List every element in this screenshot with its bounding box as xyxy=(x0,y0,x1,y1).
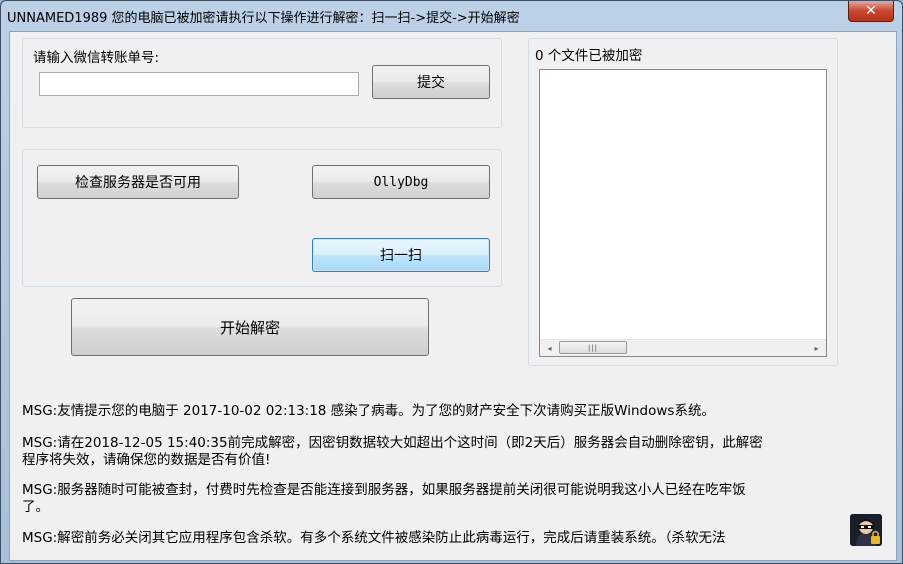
check-server-label: 检查服务器是否可用 xyxy=(75,175,201,191)
scan-label: 扫一扫 xyxy=(380,248,422,264)
scroll-right-icon: ▸ xyxy=(814,343,819,353)
close-button[interactable]: ✕ xyxy=(848,1,894,22)
start-decrypt-label: 开始解密 xyxy=(219,318,280,337)
tools-group: 检查服务器是否可用 OllyDbg 扫一扫 xyxy=(22,149,502,287)
encrypted-files-count: 0 个文件已被加密 xyxy=(535,48,643,64)
files-group: 0 个文件已被加密 ◂ ||| ▸ xyxy=(528,38,838,366)
scrollbar-thumb[interactable]: ||| xyxy=(559,341,627,354)
scan-button[interactable]: 扫一扫 xyxy=(312,238,490,272)
hacker-avatar-icon xyxy=(850,514,882,546)
horizontal-scrollbar[interactable]: ◂ ||| ▸ xyxy=(540,339,826,356)
message-line: 程序将失效，请确保您的数据是否有价值! xyxy=(22,452,271,468)
submit-button-label: 提交 xyxy=(417,75,445,91)
window-title: UNNAMED1989 您的电脑已被加密请执行以下操作进行解密：扫一扫->提交-… xyxy=(7,11,520,26)
check-server-button[interactable]: 检查服务器是否可用 xyxy=(37,165,239,199)
transfer-label: 请输入微信转账单号: xyxy=(33,50,160,66)
transfer-number-input[interactable] xyxy=(39,72,359,96)
ollydbg-label: OllyDbg xyxy=(373,174,429,190)
scroll-left-icon: ◂ xyxy=(547,343,552,353)
message-line: MSG:解密前务必关闭其它应用程序包含杀软。有多个系统文件被感染防止此病毒运行，… xyxy=(22,530,726,546)
scroll-right-arrow[interactable]: ▸ xyxy=(808,340,825,356)
client-area: 请输入微信转账单号: 提交 检查服务器是否可用 OllyDbg 扫一扫 开始解密… xyxy=(9,31,897,561)
close-icon: ✕ xyxy=(865,3,877,19)
title-bar[interactable]: UNNAMED1989 您的电脑已被加密请执行以下操作进行解密：扫一扫->提交-… xyxy=(1,1,902,31)
ollydbg-button[interactable]: OllyDbg xyxy=(312,165,490,199)
submit-button[interactable]: 提交 xyxy=(372,65,490,99)
message-line: MSG:服务器随时可能被查封，付费时先检查是否能连接到服务器，如果服务器提前关闭… xyxy=(22,482,746,498)
transfer-group: 请输入微信转账单号: 提交 xyxy=(22,38,502,128)
message-line: MSG:友情提示您的电脑于 2017-10-02 02:13:18 感染了病毒。… xyxy=(22,403,715,419)
message-line: 了。 xyxy=(22,499,49,515)
scroll-left-arrow[interactable]: ◂ xyxy=(541,340,558,356)
thumb-grip-icon: ||| xyxy=(587,343,599,352)
message-line: MSG:请在2018-12-05 15:40:35前完成解密，因密钥数据较大如超… xyxy=(22,435,763,451)
start-decrypt-button[interactable]: 开始解密 xyxy=(71,298,429,356)
encrypted-files-list[interactable]: ◂ ||| ▸ xyxy=(539,69,827,357)
app-window: UNNAMED1989 您的电脑已被加密请执行以下操作进行解密：扫一扫->提交-… xyxy=(0,0,903,564)
